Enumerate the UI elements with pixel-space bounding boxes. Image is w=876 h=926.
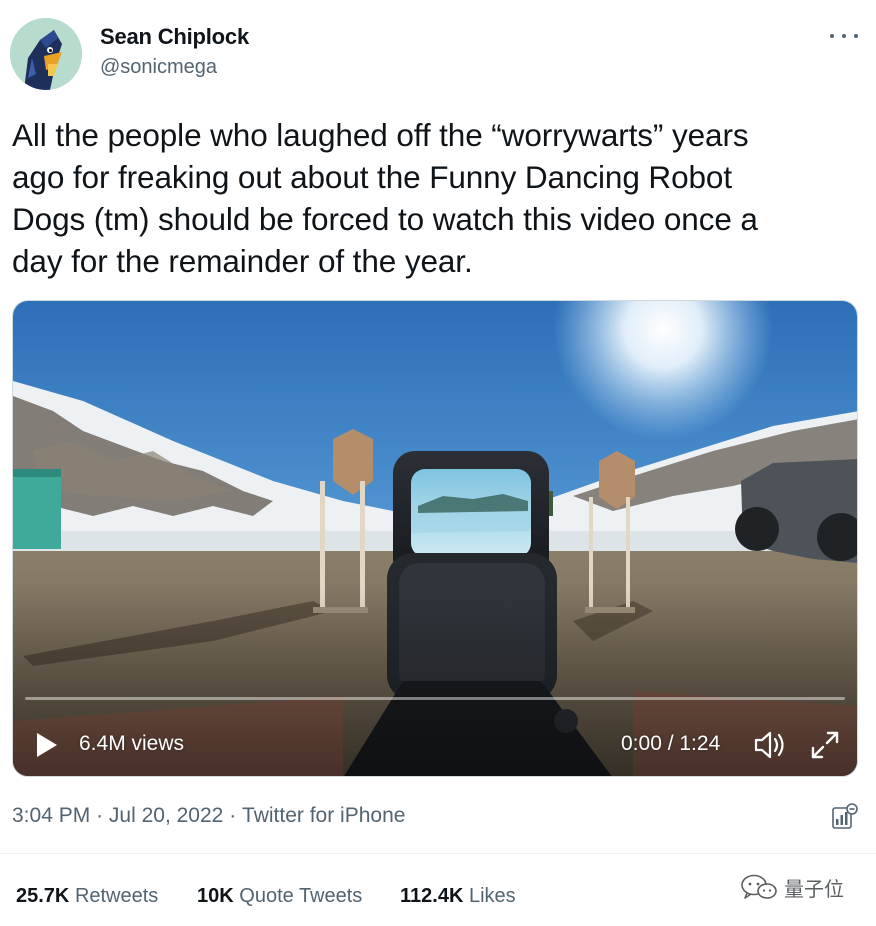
- tweet-text-line: ago for freaking out about the Funny Dan…: [12, 159, 732, 195]
- wechat-icon: [741, 874, 777, 899]
- more-horizontal-icon: [830, 34, 834, 38]
- author-avatar[interactable]: [10, 18, 82, 90]
- likes-stat[interactable]: 112.4K Likes: [400, 885, 516, 908]
- tweet: Sean Chiplock @sonicmega All the people …: [0, 0, 876, 926]
- likes-label: Likes: [468, 885, 516, 907]
- retweets-label: Retweets: [74, 885, 159, 907]
- video-progress-track[interactable]: [25, 697, 845, 700]
- watermark-text: 量子位: [784, 878, 844, 901]
- tweet-time[interactable]: 3:04 PM: [12, 804, 90, 828]
- retweets-count: 25.7K: [16, 885, 70, 907]
- volume-button[interactable]: [753, 729, 789, 761]
- tweet-text: All the people who laughed off the “worr…: [12, 114, 862, 282]
- tweet-source[interactable]: Twitter for iPhone: [242, 804, 405, 828]
- fullscreen-button[interactable]: [809, 729, 841, 761]
- likes-count: 112.4K: [400, 885, 464, 907]
- divider: [0, 853, 876, 854]
- video-views: 6.4M views: [79, 732, 185, 755]
- tweet-text-line: day for the remainder of the year.: [12, 243, 473, 279]
- video-frame: [13, 301, 857, 776]
- watermark: 量子位: [740, 872, 860, 902]
- quote-tweets-stat[interactable]: 10K Quote Tweets: [197, 885, 362, 908]
- play-button[interactable]: [35, 731, 59, 759]
- retweets-stat[interactable]: 25.7K Retweets: [16, 885, 158, 908]
- video-player[interactable]: 6.4M views 0:00 / 1:24: [12, 300, 858, 777]
- view-analytics-button[interactable]: [830, 802, 858, 832]
- volume-icon: [754, 731, 784, 759]
- meta-separator: ·: [229, 804, 237, 827]
- quotes-label: Quote Tweets: [239, 885, 363, 907]
- more-options-button[interactable]: [830, 26, 858, 46]
- author-handle[interactable]: @sonicmega: [100, 56, 217, 79]
- video-time: 0:00 / 1:24: [621, 732, 721, 755]
- tweet-text-line: All the people who laughed off the “worr…: [12, 117, 749, 153]
- analytics-icon: [832, 803, 858, 829]
- tweet-text-line: Dogs (tm) should be forced to watch this…: [12, 201, 758, 237]
- play-icon: [37, 733, 57, 757]
- author-name[interactable]: Sean Chiplock: [100, 24, 249, 50]
- meta-separator: ·: [96, 804, 104, 827]
- quotes-count: 10K: [197, 885, 234, 907]
- fullscreen-icon: [811, 731, 839, 759]
- tweet-date[interactable]: Jul 20, 2022: [109, 804, 223, 828]
- tweet-meta: 3:04 PM · Jul 20, 2022 · Twitter for iPh…: [12, 804, 405, 828]
- avatar-character-icon: [10, 18, 82, 90]
